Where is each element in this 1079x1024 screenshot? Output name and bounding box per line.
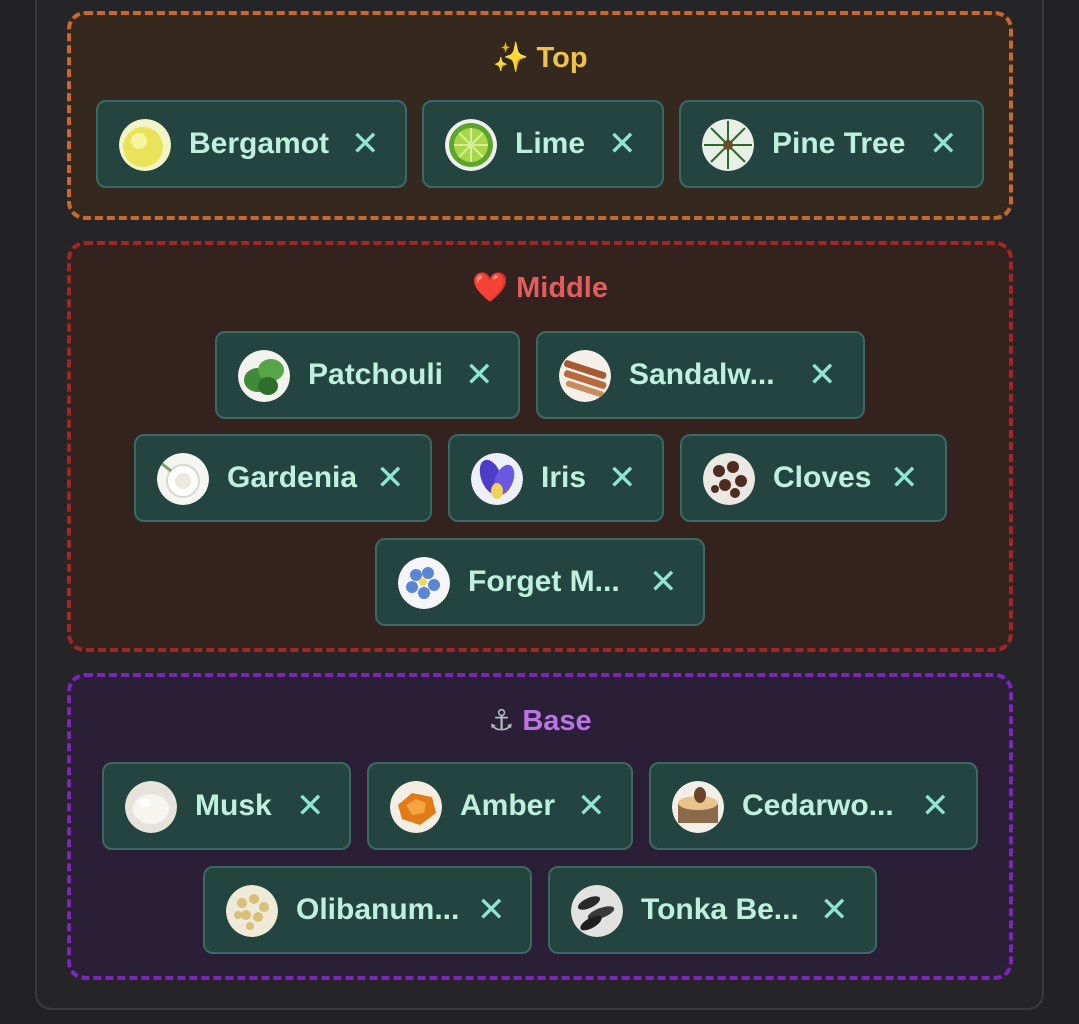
chip-label: Cedarwo... — [742, 789, 894, 822]
remove-tonka-bean-button[interactable]: ✕ — [820, 868, 849, 952]
cloves-icon — [703, 453, 755, 505]
remove-pine-tree-button[interactable]: ✕ — [929, 102, 958, 186]
heart-icon: ❤️ — [472, 272, 509, 304]
note-chip-cloves[interactable]: Cloves ✕ — [680, 434, 947, 522]
sparkles-icon: ✨ — [492, 42, 529, 74]
chip-label: Musk — [195, 789, 272, 822]
chip-label: Amber — [460, 789, 556, 822]
remove-musk-button[interactable]: ✕ — [296, 764, 325, 848]
chip-label: Gardenia — [227, 461, 358, 494]
remove-iris-button[interactable]: ✕ — [608, 436, 637, 520]
remove-cloves-button[interactable]: ✕ — [890, 436, 919, 520]
remove-olibanum-button[interactable]: ✕ — [477, 868, 506, 952]
forget-me-not-icon — [398, 557, 450, 609]
chip-label: Iris — [541, 461, 587, 494]
top-notes-heading: ✨ Top — [71, 41, 1009, 75]
middle-notes-heading: ❤️ Middle — [71, 271, 1009, 305]
lime-icon — [445, 119, 497, 171]
note-chip-patchouli[interactable]: Patchouli ✕ — [215, 331, 520, 419]
note-chip-lime[interactable]: Lime ✕ — [422, 100, 664, 188]
gardenia-icon — [157, 453, 209, 505]
note-chip-olibanum[interactable]: Olibanum... ✕ — [203, 866, 532, 954]
tonka-bean-icon — [571, 885, 623, 937]
musk-icon — [125, 781, 177, 833]
chip-label: Patchouli — [308, 358, 444, 391]
iris-icon — [471, 453, 523, 505]
sandalwood-icon — [559, 350, 611, 402]
olibanum-icon — [226, 885, 278, 937]
pine-tree-icon — [702, 119, 754, 171]
note-chip-tonka-bean[interactable]: Tonka Be... ✕ — [548, 866, 877, 954]
chip-label: Lime — [515, 127, 586, 160]
note-chip-gardenia[interactable]: Gardenia ✕ — [134, 434, 432, 522]
middle-notes-title: Middle — [516, 272, 608, 304]
note-chip-amber[interactable]: Amber ✕ — [367, 762, 633, 850]
note-chip-pine-tree[interactable]: Pine Tree ✕ — [679, 100, 984, 188]
note-chip-sandalwood[interactable]: Sandalw... ✕ — [536, 331, 865, 419]
remove-amber-button[interactable]: ✕ — [577, 764, 606, 848]
anchor-icon: ⚓ — [488, 705, 515, 737]
chip-label: Olibanum... — [296, 893, 460, 926]
note-chip-cedarwood[interactable]: Cedarwo... ✕ — [649, 762, 978, 850]
remove-gardenia-button[interactable]: ✕ — [376, 436, 405, 520]
remove-sandalwood-button[interactable]: ✕ — [808, 333, 837, 417]
chip-label: Bergamot — [189, 127, 330, 160]
amber-icon — [390, 781, 442, 833]
bergamot-icon — [119, 119, 171, 171]
remove-bergamot-button[interactable]: ✕ — [351, 102, 380, 186]
top-notes-title: Top — [536, 42, 588, 74]
cedarwood-icon — [672, 781, 724, 833]
chip-label: Pine Tree — [772, 127, 906, 160]
patchouli-icon — [238, 350, 290, 402]
remove-lime-button[interactable]: ✕ — [608, 102, 637, 186]
base-notes-heading: ⚓ Base — [71, 703, 1009, 738]
note-chip-musk[interactable]: Musk ✕ — [102, 762, 351, 850]
remove-cedarwood-button[interactable]: ✕ — [921, 764, 950, 848]
chip-label: Tonka Be... — [641, 893, 799, 926]
note-chip-forget-me-not[interactable]: Forget M... ✕ — [375, 538, 705, 626]
base-notes-title: Base — [522, 705, 592, 737]
remove-forget-me-not-button[interactable]: ✕ — [649, 540, 678, 624]
remove-patchouli-button[interactable]: ✕ — [465, 333, 494, 417]
chip-label: Forget M... — [468, 565, 620, 598]
note-chip-iris[interactable]: Iris ✕ — [448, 434, 664, 522]
chip-label: Cloves — [773, 461, 872, 494]
note-chip-bergamot[interactable]: Bergamot ✕ — [96, 100, 407, 188]
chip-label: Sandalw... — [629, 358, 775, 391]
